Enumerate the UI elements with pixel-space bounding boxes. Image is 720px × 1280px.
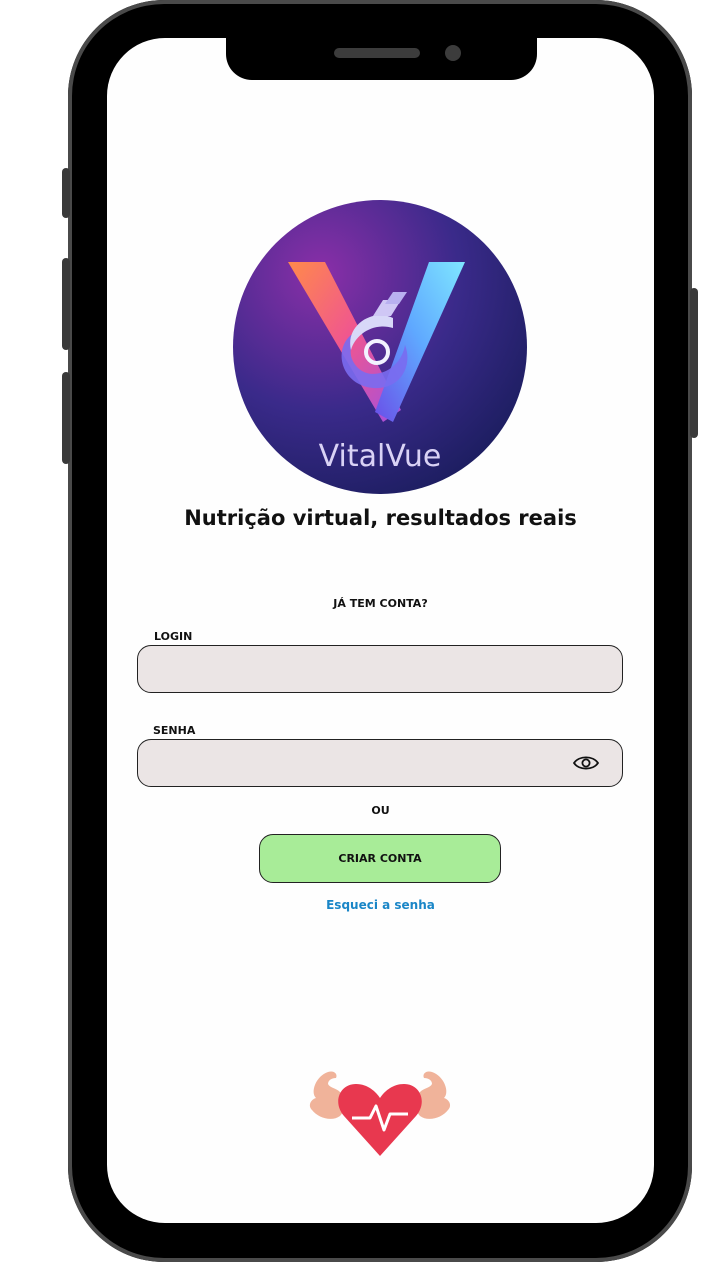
password-field-container [137, 739, 623, 787]
heart-muscle-icon [306, 1066, 454, 1160]
password-label: SENHA [153, 724, 196, 737]
logo-text: VitalVue [319, 439, 442, 474]
login-field-container [137, 645, 623, 693]
phone-silent-switch [62, 168, 70, 218]
login-label: LOGIN [154, 630, 193, 643]
phone-volume-down [62, 372, 70, 464]
or-separator: OU [371, 804, 390, 817]
login-heading: JÁ TEM CONTA? [333, 597, 428, 610]
heart-muscle-graphic [309, 1071, 451, 1156]
phone-volume-up [62, 258, 70, 350]
phone-camera [445, 45, 461, 61]
password-input[interactable] [138, 740, 622, 786]
phone-power-button [690, 288, 698, 438]
logo-graphic: VitalVue [233, 200, 527, 494]
vitalvue-logo: VitalVue [233, 200, 527, 494]
phone-speaker [334, 48, 420, 58]
create-account-button[interactable]: CRIAR CONTA [259, 834, 501, 883]
eye-icon[interactable] [572, 754, 600, 772]
forgot-password-link[interactable]: Esqueci a senha [107, 898, 654, 912]
app-tagline: Nutrição virtual, resultados reais [184, 506, 577, 530]
login-input[interactable] [138, 646, 622, 692]
